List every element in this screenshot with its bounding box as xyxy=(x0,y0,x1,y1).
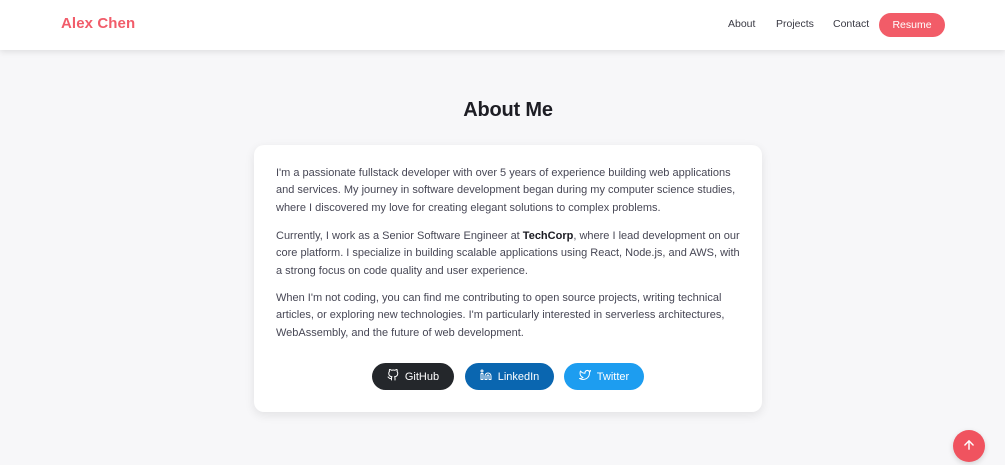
github-label: GitHub xyxy=(404,370,440,383)
resume-button[interactable]: Resume xyxy=(879,13,945,37)
about-card: I'm a passionate fullstack developer wit… xyxy=(254,145,762,412)
nav-links: About Projects Contact Resume xyxy=(0,0,1005,50)
scroll-to-top-button[interactable] xyxy=(953,430,985,462)
social-links: GitHub LinkedIn Twitter xyxy=(254,363,762,391)
linkedin-button[interactable]: LinkedIn xyxy=(465,363,554,390)
twitter-label: Twitter xyxy=(596,370,630,383)
company-name: TechCorp xyxy=(522,230,574,242)
linkedin-label: LinkedIn xyxy=(497,370,540,383)
arrow-up-icon xyxy=(962,438,976,455)
github-button[interactable]: GitHub xyxy=(372,363,454,390)
twitter-icon xyxy=(578,369,591,384)
linkedin-icon xyxy=(480,369,492,384)
github-icon xyxy=(387,368,399,384)
section-title: About Me xyxy=(463,99,553,121)
about-paragraph-2-intro: Currently, I work as a Senior Software E… xyxy=(276,230,523,242)
nav-link-projects[interactable]: Projects xyxy=(776,18,814,30)
twitter-button[interactable]: Twitter xyxy=(564,363,644,390)
about-paragraph-1: I'm a passionate fullstack developer wit… xyxy=(276,167,736,214)
navbar: Alex Chen About Projects Contact Resume xyxy=(0,0,1005,50)
nav-link-about[interactable]: About xyxy=(728,18,755,30)
about-paragraph-3: When I'm not coding, you can find me con… xyxy=(276,292,725,339)
nav-link-contact[interactable]: Contact xyxy=(833,18,869,30)
about-paragraph-2: Currently, I work as a Senior Software E… xyxy=(276,228,744,280)
